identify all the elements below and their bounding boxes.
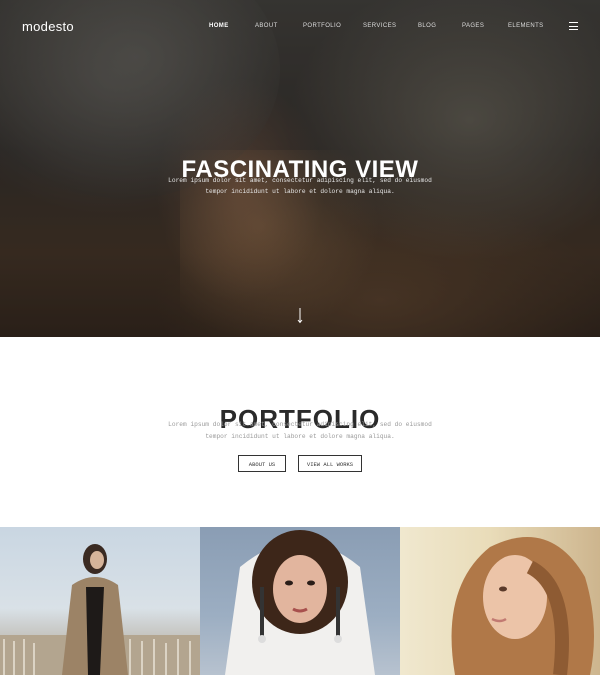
hero-section: modesto HOME ABOUT PORTFOLIO SERVICES BL… — [0, 0, 600, 337]
hamburger-icon[interactable] — [569, 22, 578, 30]
portfolio-photo-2[interactable] — [200, 527, 400, 675]
portfolio-gallery — [0, 527, 600, 675]
portfolio-text-line: Lorem ipsum dolor sit amet, consectetur … — [168, 421, 432, 428]
arrow-down-icon[interactable] — [296, 308, 304, 324]
nav-portfolio[interactable]: PORTFOLIO — [303, 23, 341, 29]
portfolio-photo-1[interactable] — [0, 527, 200, 675]
photo-1-illustration — [0, 544, 200, 675]
nav-about[interactable]: ABOUT — [255, 23, 278, 29]
portfolio-text: Lorem ipsum dolor sit amet, consectetur … — [150, 419, 450, 443]
nav-services[interactable]: SERVICES — [363, 23, 396, 29]
main-nav: HOME ABOUT PORTFOLIO SERVICES BLOG PAGES… — [0, 23, 600, 35]
hero-text-line: tempor incididunt ut labore et dolore ma… — [205, 188, 395, 195]
nav-pages[interactable]: PAGES — [462, 23, 484, 29]
portfolio-photo-3[interactable] — [400, 527, 600, 675]
view-all-works-button[interactable]: VIEW ALL WORKS — [298, 455, 362, 472]
photo-2-illustration — [225, 530, 375, 675]
hero-text-line: Lorem ipsum dolor sit amet, consectetur … — [168, 177, 432, 184]
nav-elements[interactable]: ELEMENTS — [508, 23, 544, 29]
nav-blog[interactable]: BLOG — [418, 23, 436, 29]
photo-3-illustration — [451, 537, 594, 675]
about-us-button[interactable]: ABOUT US — [238, 455, 286, 472]
nav-home[interactable]: HOME — [209, 23, 229, 29]
portfolio-text-line: tempor incididunt ut labore et dolore ma… — [205, 433, 395, 440]
hero-text: Lorem ipsum dolor sit amet, consectetur … — [150, 175, 450, 197]
